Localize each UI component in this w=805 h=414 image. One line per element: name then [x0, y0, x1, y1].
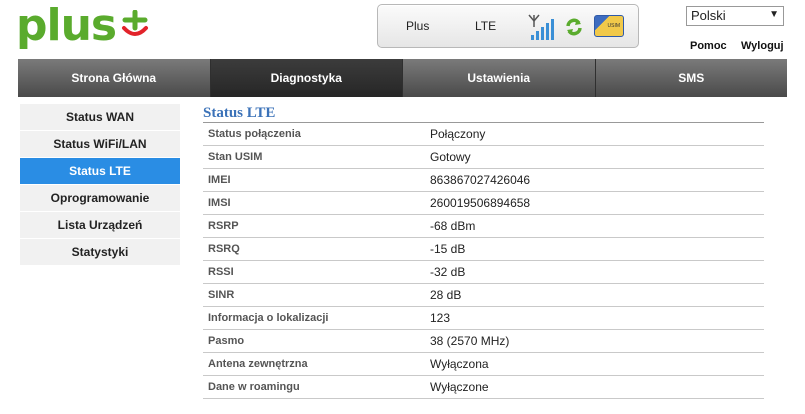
row-label: RSSI: [203, 260, 430, 284]
table-row: RSSI -32 dB: [203, 260, 764, 284]
sim-label: USIM: [607, 23, 621, 29]
row-value: Gotowy: [430, 145, 764, 169]
help-link[interactable]: Pomoc: [690, 40, 727, 52]
row-label: SINR: [203, 283, 430, 307]
row-value: 123: [430, 306, 764, 330]
sidebar-item-wan-status[interactable]: Status WAN: [20, 104, 180, 131]
row-label: Pasmo: [203, 329, 430, 353]
tab-diagnostics[interactable]: Diagnostyka: [210, 59, 403, 97]
row-value: -32 dB: [430, 260, 764, 284]
row-value: -68 dBm: [430, 214, 764, 238]
row-value: 863867027426046: [430, 168, 764, 192]
main-content: Status LTE Status połączenia Połączony St…: [203, 104, 764, 399]
table-row: Status połączenia Połączony: [203, 123, 764, 146]
row-label: IMSI: [203, 191, 430, 215]
table-row: RSRP -68 dBm: [203, 214, 764, 238]
lte-status-table: Status połączenia Połączony Stan USIM Goto…: [203, 123, 764, 399]
sidebar-item-firmware[interactable]: Oprogramowanie: [20, 185, 180, 212]
sidebar-item-device-list[interactable]: Lista Urządzeń: [20, 212, 180, 239]
table-row: Informacja o lokalizacji 123: [203, 306, 764, 330]
plus-logo: plus: [16, 4, 150, 54]
sidebar-item-wifi-lan-status[interactable]: Status WiFi/LAN: [20, 131, 180, 158]
sidebar-menu: Status WAN Status WiFi/LAN Status LTE Op…: [20, 104, 180, 266]
row-label: RSRP: [203, 214, 430, 238]
row-value: Wyłączone: [430, 375, 764, 399]
sim-card-icon: USIM: [594, 15, 624, 37]
row-label: Antena zewnętrzna: [203, 352, 430, 376]
plus-smile-icon: [122, 10, 149, 36]
row-label: Dane w roamingu: [203, 375, 430, 399]
tab-sms[interactable]: SMS: [595, 59, 787, 97]
tab-home[interactable]: Strona Główna: [18, 59, 211, 97]
page-title: Status LTE: [203, 104, 764, 123]
row-label: Informacja o lokalizacji: [203, 306, 430, 330]
sidebar-item-lte-status[interactable]: Status LTE: [20, 158, 180, 185]
language-selected: Polski: [691, 8, 726, 23]
table-row: Dane w roamingu Wyłączone: [203, 375, 764, 399]
table-row: Antena zewnętrzna Wyłączona: [203, 352, 764, 376]
language-select[interactable]: Polski ▼: [686, 6, 784, 26]
connection-status-panel: Plus LTE USIM: [377, 4, 639, 48]
logo-text: plus: [16, 0, 117, 51]
row-label: Status połączenia: [203, 123, 430, 146]
main-navigation: Strona Główna Diagnostyka Ustawienia SMS: [18, 59, 787, 97]
sidebar-item-statistics[interactable]: Statystyki: [20, 239, 180, 266]
table-row: SINR 28 dB: [203, 283, 764, 307]
table-row: IMSI 260019506894658: [203, 191, 764, 215]
row-value: Wyłączona: [430, 352, 764, 376]
signal-strength-icon: [528, 14, 554, 40]
row-value: 38 (2570 MHz): [430, 329, 764, 353]
table-row: RSRQ -15 dB: [203, 237, 764, 261]
row-value: -15 dB: [430, 237, 764, 261]
network-type: LTE: [475, 19, 497, 33]
table-row: IMEI 863867027426046: [203, 168, 764, 192]
refresh-icon[interactable]: [564, 17, 584, 37]
row-value: 28 dB: [430, 283, 764, 307]
row-label: IMEI: [203, 168, 430, 192]
row-label: Stan USIM: [203, 145, 430, 169]
table-row: Stan USIM Gotowy: [203, 145, 764, 169]
tab-settings[interactable]: Ustawienia: [403, 59, 596, 97]
row-label: RSRQ: [203, 237, 430, 261]
logout-link[interactable]: Wyloguj: [741, 40, 784, 52]
chevron-down-icon: ▼: [769, 9, 779, 20]
operator-name: Plus: [406, 19, 430, 33]
row-value: Połączony: [430, 123, 764, 146]
table-row: Pasmo 38 (2570 MHz): [203, 329, 764, 353]
row-value: 260019506894658: [430, 191, 764, 215]
